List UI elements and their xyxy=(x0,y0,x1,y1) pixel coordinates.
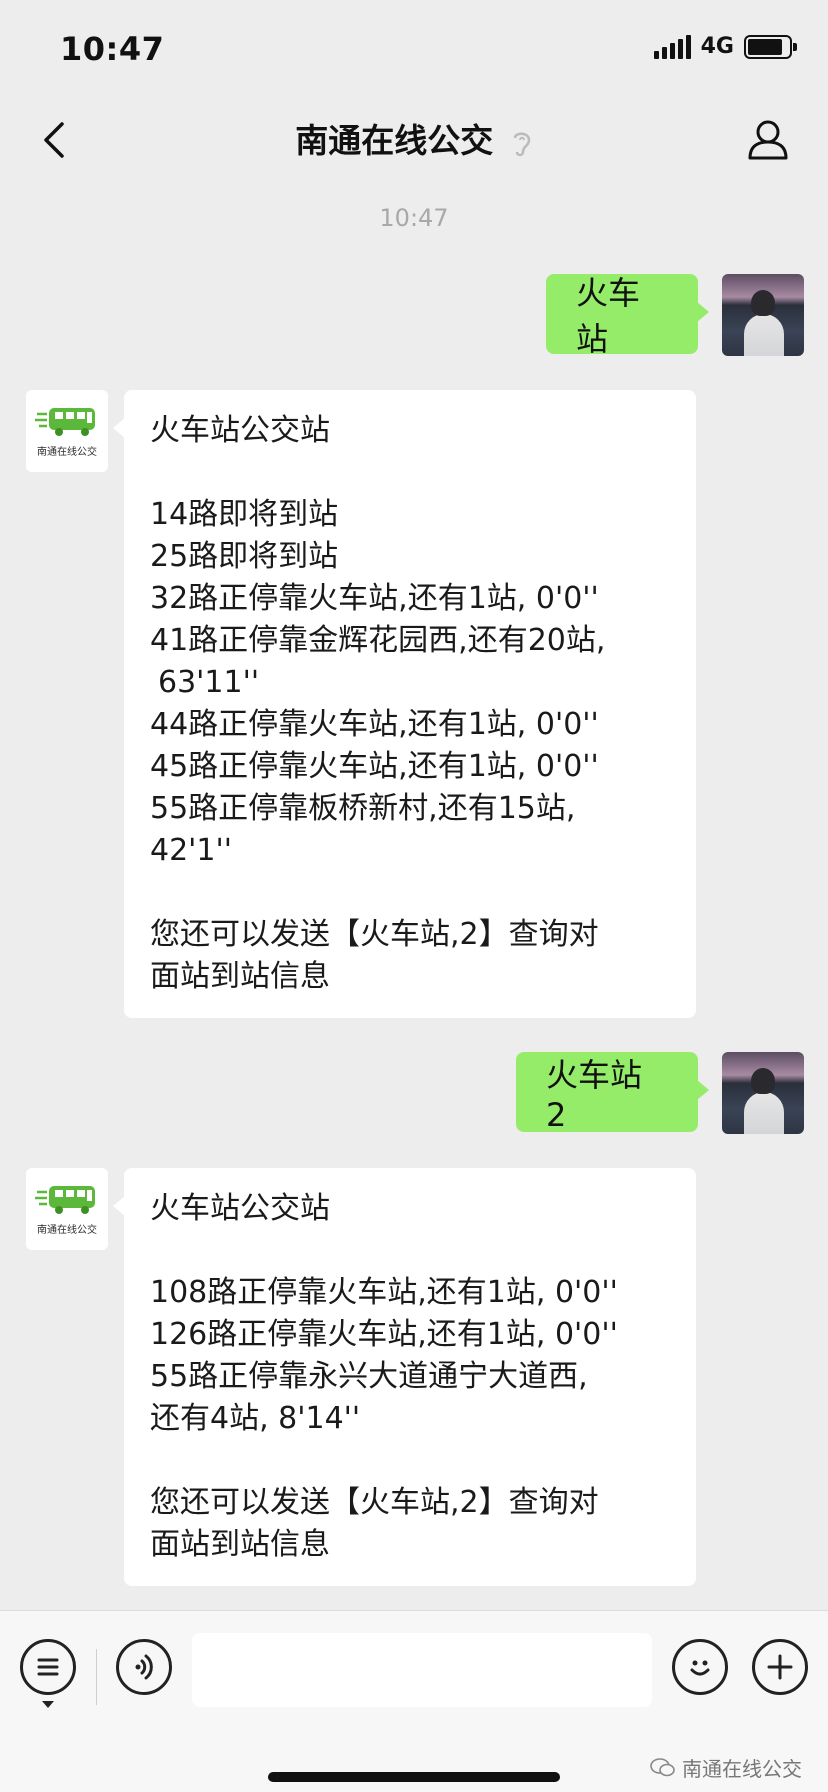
message-text: 火车站 2 xyxy=(546,1056,643,1134)
watermark-text: 南通在线公交 xyxy=(682,1757,802,1781)
message-line: 面站到站信息 xyxy=(150,1527,330,1562)
bus-logo-icon xyxy=(35,1185,95,1214)
message-input[interactable] xyxy=(192,1633,652,1707)
message-line: 14路即将到站 xyxy=(150,497,339,532)
user-message-bubble[interactable]: 火车站 2 xyxy=(516,1052,709,1134)
home-indicator[interactable] xyxy=(268,1772,560,1782)
chat-info-button[interactable] xyxy=(738,110,798,170)
status-time: 10:47 xyxy=(60,30,165,68)
caret-down-icon xyxy=(42,1701,54,1708)
chat-title: 南通在线公交 xyxy=(0,114,828,162)
person-icon xyxy=(748,120,788,160)
earpiece-mode-icon xyxy=(513,132,531,156)
user-message-bubble[interactable]: 火车站 xyxy=(546,274,709,358)
chat-screen: 10:47 4G 南通在线公交 10:47 火车站 南通在线公交 火车站公交站 … xyxy=(0,0,828,1792)
more-options-button[interactable] xyxy=(752,1639,808,1695)
message-line: 面站到站信息 xyxy=(150,959,330,994)
message-line: 126路正停靠火车站,还有1站, 0'0'' xyxy=(150,1317,618,1352)
user-avatar[interactable] xyxy=(722,1052,804,1134)
message-line: 还有4站, 8'14'' xyxy=(150,1401,361,1436)
user-avatar[interactable] xyxy=(722,274,804,356)
status-indicators: 4G xyxy=(653,34,797,59)
input-bar: 南通在线公交 xyxy=(0,1610,828,1792)
menu-list-icon xyxy=(37,1658,59,1676)
message-line: 火车站公交站 xyxy=(150,413,330,448)
message-line: 32路正停靠火车站,还有1站, 0'0'' xyxy=(150,581,599,616)
message-timestamp: 10:47 xyxy=(379,204,449,232)
message-line: 44路正停靠火车站,还有1站, 0'0'' xyxy=(150,707,599,742)
bot-logo-text: 南通在线公交 xyxy=(37,446,97,458)
wechat-icon xyxy=(650,1757,675,1776)
voice-wave-icon xyxy=(135,1654,153,1680)
battery-icon xyxy=(744,34,797,59)
bus-logo-icon xyxy=(35,407,95,436)
bot-message-bubble[interactable]: 火车站公交站 14路即将到站 25路即将到站 32路正停靠火车站,还有1站, 0… xyxy=(113,390,696,1018)
message-line: 55路正停靠永兴大道通宁大道西, xyxy=(150,1359,588,1394)
message-line: 火车站公交站 xyxy=(150,1191,330,1226)
message-text: 火车站 xyxy=(576,274,641,358)
message-line: 55路正停靠板桥新村,还有15站, xyxy=(150,791,576,826)
message-line: 您还可以发送【火车站,2】查询对 xyxy=(150,917,599,952)
emoji-button[interactable] xyxy=(672,1639,728,1695)
bot-message-bubble[interactable]: 火车站公交站 108路正停靠火车站,还有1站, 0'0'' 126路正停靠火车站… xyxy=(113,1168,696,1586)
message-line: 108路正停靠火车站,还有1站, 0'0'' xyxy=(150,1275,618,1310)
input-divider xyxy=(96,1649,97,1705)
bot-avatar[interactable]: 南通在线公交 xyxy=(26,1168,108,1250)
status-bar: 10:47 4G xyxy=(0,0,828,96)
network-type: 4G xyxy=(700,34,734,59)
message-line: 45路正停靠火车站,还有1站, 0'0'' xyxy=(150,749,599,784)
message-line: 41路正停靠金辉花园西,还有20站, xyxy=(150,623,606,658)
plus-icon xyxy=(767,1654,793,1680)
voice-input-button[interactable] xyxy=(116,1639,172,1695)
message-line: 63'11'' xyxy=(158,665,260,700)
watermark: 南通在线公交 xyxy=(650,1753,802,1782)
message-line: 25路即将到站 xyxy=(150,539,339,574)
smiley-icon xyxy=(690,1660,710,1676)
chat-title-text: 南通在线公交 xyxy=(295,121,494,160)
message-line: 42'1'' xyxy=(150,833,233,868)
message-line: 您还可以发送【火车站,2】查询对 xyxy=(150,1485,599,1520)
bot-logo-text: 南通在线公交 xyxy=(37,1224,97,1236)
signal-icon xyxy=(653,34,691,59)
nav-bar: 南通在线公交 xyxy=(0,96,828,186)
service-menu-button[interactable] xyxy=(20,1639,76,1695)
bot-avatar[interactable]: 南通在线公交 xyxy=(26,390,108,472)
